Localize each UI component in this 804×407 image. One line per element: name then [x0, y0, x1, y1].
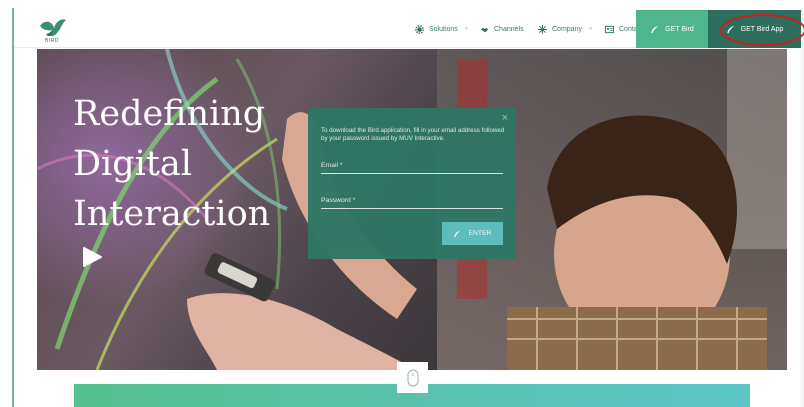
handshake-icon	[480, 27, 489, 32]
dropdown-chevron-icon: »	[464, 26, 469, 32]
feather-icon	[727, 25, 734, 33]
sparkle-icon	[538, 24, 547, 34]
feather-icon	[454, 230, 461, 237]
get-bird-app-label: GET Bird App	[740, 25, 784, 33]
enter-button[interactable]: ENTER	[442, 222, 503, 245]
gear-icon	[415, 24, 424, 34]
nav-channels[interactable]: Channels	[480, 10, 524, 48]
email-field[interactable]: Email *	[321, 156, 503, 174]
hero-headline-line-2: Digital	[73, 144, 192, 184]
nav-channels-label: Channels	[494, 25, 524, 33]
nav-company[interactable]: Company »	[538, 10, 592, 48]
dropdown-chevron-icon: »	[588, 26, 593, 32]
logo-text: BIRD	[45, 38, 59, 44]
feather-icon	[651, 25, 659, 33]
password-input[interactable]	[321, 191, 503, 208]
get-bird-app-button[interactable]: GET Bird App	[708, 10, 801, 48]
contact-card-icon	[605, 25, 614, 33]
modal-message: To download the Bird application, fill i…	[321, 127, 505, 142]
hero-headline: Redefining Digital Interaction	[73, 89, 270, 239]
scroll-down-button[interactable]	[397, 362, 428, 393]
email-input[interactable]	[321, 156, 503, 173]
nav-solutions-label: Solutions	[429, 25, 458, 33]
hero-headline-line-3: Interaction	[73, 194, 271, 234]
play-icon[interactable]	[81, 246, 103, 268]
nav-company-label: Company	[552, 25, 582, 33]
page-left-border	[12, 8, 14, 407]
mouse-scroll-icon	[407, 369, 418, 386]
get-bird-button[interactable]: GET Bird	[636, 10, 708, 48]
password-field[interactable]: Password *	[321, 191, 503, 209]
get-bird-label: GET Bird	[665, 25, 694, 33]
close-icon[interactable]: ×	[502, 112, 508, 124]
nav-solutions[interactable]: Solutions »	[415, 10, 468, 48]
download-login-modal: × To download the Bird application, fill…	[308, 108, 516, 259]
page-top-edge	[0, 0, 804, 8]
hero-headline-line-1: Redefining	[73, 94, 266, 134]
enter-label: ENTER	[468, 230, 492, 237]
